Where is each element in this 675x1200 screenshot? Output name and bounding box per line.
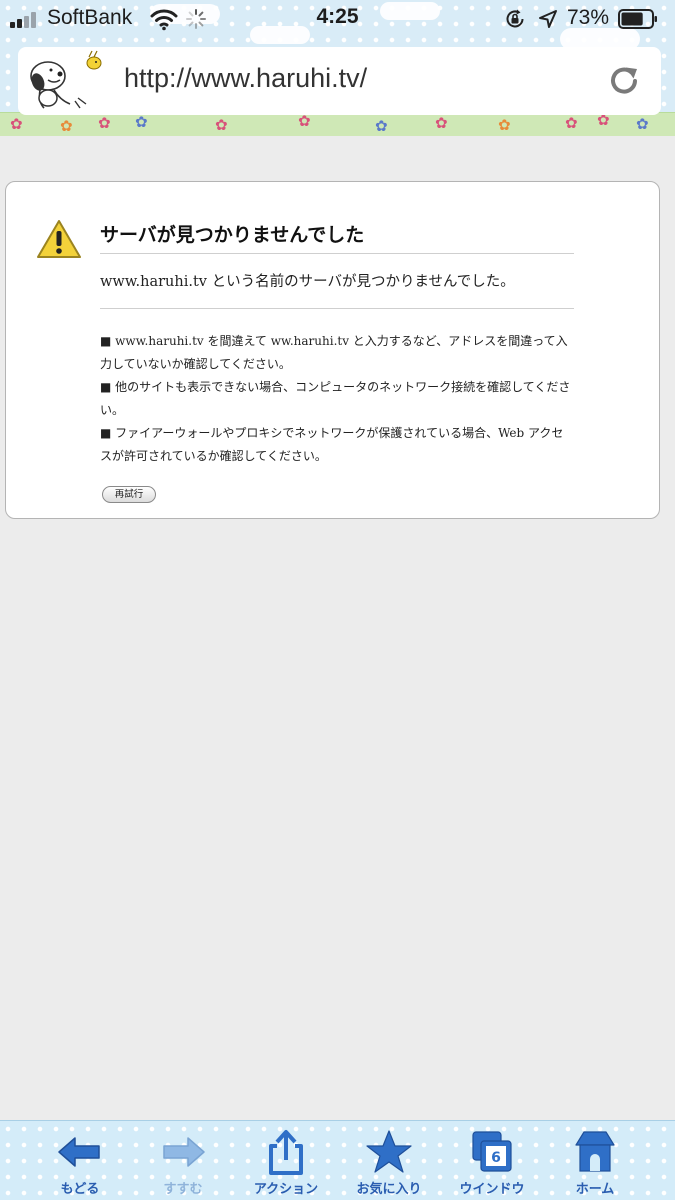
forward-button[interactable]: すすむ <box>131 1121 235 1200</box>
hint-item: ■ 他のサイトも表示できない場合、コンピュータのネットワーク接続を確認してくださ… <box>100 380 571 417</box>
favorites-label: お気に入り <box>356 1182 422 1197</box>
flower-icon: ✿ <box>98 114 111 132</box>
favorites-button[interactable]: お気に入り <box>337 1121 441 1200</box>
battery-icon <box>618 9 657 29</box>
reload-icon[interactable] <box>606 63 642 99</box>
rotation-lock-icon <box>506 9 524 28</box>
back-arrow-icon <box>58 1137 100 1167</box>
share-icon <box>269 1130 303 1175</box>
flower-icon: ✿ <box>135 113 148 131</box>
hint-item: ■ ファイアーウォールやプロキシでネットワークが保護されている場合、Web アク… <box>100 426 564 463</box>
flower-icon: ✿ <box>597 111 610 129</box>
flower-icon: ✿ <box>565 114 578 132</box>
hint-list: ■ www.haruhi.tv を間違えて ww.haruhi.tv と入力する… <box>100 330 574 468</box>
star-icon <box>366 1130 412 1173</box>
action-button[interactable]: アクション <box>234 1121 338 1200</box>
action-label: アクション <box>253 1182 319 1197</box>
home-label: ホーム <box>575 1182 615 1197</box>
battery-percentage: 73% <box>567 6 610 29</box>
status-bar: SoftBank 4:25 73% <box>0 0 675 38</box>
warning-icon <box>37 220 81 258</box>
forward-label: すすむ <box>163 1182 203 1197</box>
grass-strip: ✿ ✿ ✿ ✿ ✿ ✿ ✿ ✿ ✿ ✿ ✿ ✿ <box>0 112 675 136</box>
location-arrow-icon <box>539 10 557 28</box>
snoopy-doghouse-icon <box>575 1131 615 1172</box>
window-label: ウインドウ <box>459 1182 525 1197</box>
flower-icon: ✿ <box>498 116 511 134</box>
back-label: もどる <box>60 1182 100 1197</box>
flower-icon: ✿ <box>10 115 23 133</box>
error-card: サーバが見つかりませんでした www.haruhi.tv という名前のサーバが見… <box>5 181 660 519</box>
flower-icon: ✿ <box>215 116 228 134</box>
flower-icon: ✿ <box>636 115 649 133</box>
flower-icon: ✿ <box>435 114 448 132</box>
window-button[interactable]: 6 ウインドウ <box>440 1121 544 1200</box>
home-button[interactable]: ホーム <box>543 1121 647 1200</box>
back-button[interactable]: もどる <box>28 1121 132 1200</box>
windows-icon: 6 <box>472 1131 512 1172</box>
url-text[interactable]: http://www.haruhi.tv/ <box>124 63 367 94</box>
error-title: サーバが見つかりませんでした <box>100 220 574 254</box>
retry-button[interactable]: 再試行 <box>102 486 156 503</box>
window-count: 6 <box>491 1150 501 1166</box>
snoopy-woodstock-logo <box>30 50 102 109</box>
top-header: ✿ ✿ ✿ ✿ ✿ ✿ ✿ ✿ ✿ ✿ ✿ ✿ SoftBank 4:25 73… <box>0 0 675 136</box>
bottom-toolbar: もどる すすむ アクション お気に入り 6 ウインドウ ホーム <box>0 1120 675 1200</box>
error-message: www.haruhi.tv という名前のサーバが見つかりませんでした。 <box>100 270 574 309</box>
flower-icon: ✿ <box>375 117 388 135</box>
hint-item: ■ www.haruhi.tv を間違えて ww.haruhi.tv と入力する… <box>100 334 568 371</box>
flower-icon: ✿ <box>60 117 73 135</box>
flower-icon: ✿ <box>298 112 311 130</box>
forward-arrow-icon <box>163 1137 205 1167</box>
